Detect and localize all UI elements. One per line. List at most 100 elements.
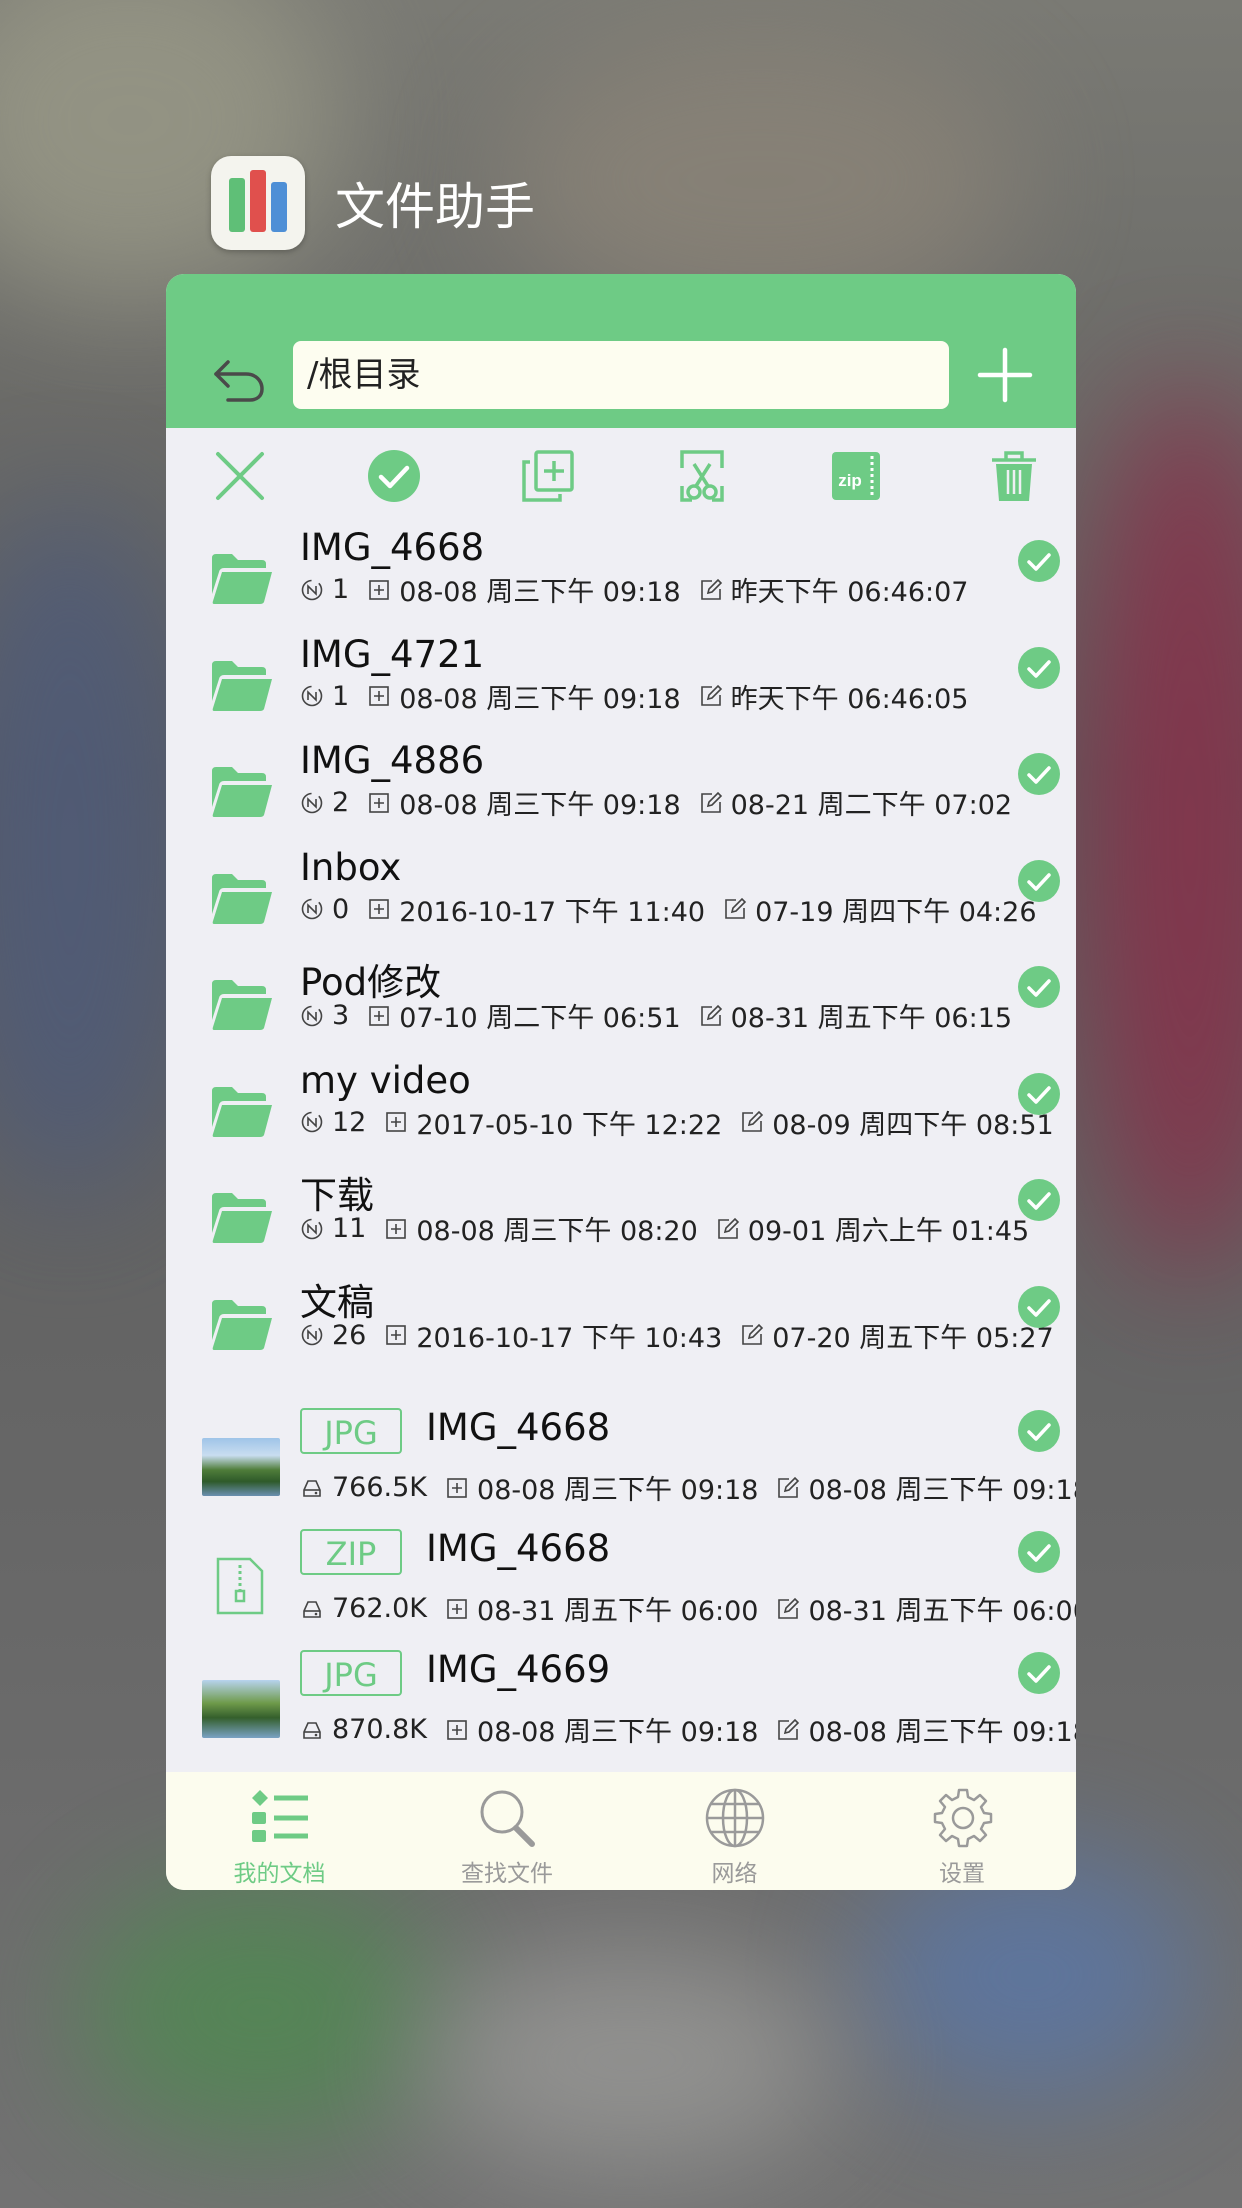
item-count-icon bbox=[301, 1111, 323, 1133]
zip-icon[interactable]: zip bbox=[826, 446, 886, 506]
modified-date: 08-21 周二下午 07:02 bbox=[730, 790, 1013, 821]
created-date: 08-08 周三下午 09:18 bbox=[477, 1717, 759, 1748]
modified-date: 08-08 周三下午 09:18 bbox=[808, 1475, 1076, 1506]
modified-date: 08-31 周五下午 06:00 bbox=[808, 1596, 1076, 1627]
modified-date-icon bbox=[778, 1597, 800, 1619]
list-icon bbox=[252, 1790, 308, 1842]
item-count-icon bbox=[301, 1324, 323, 1346]
folder-meta: 11 08-08 周三下午 08:20 09-01 周六上午 01:45 bbox=[300, 1209, 1029, 1248]
folder-name: IMG_4721 bbox=[300, 632, 485, 676]
selected-check-icon[interactable] bbox=[1018, 859, 1060, 902]
folder-row[interactable]: 文稿 26 2016-10-17 下午 10:43 07-20 周五下午 05:27 bbox=[166, 1280, 1076, 1380]
folder-row[interactable]: Pod修改 3 07-10 周二下午 06:51 08-31 周五下午 06:15 bbox=[166, 960, 1076, 1060]
selected-check-icon[interactable] bbox=[1018, 1652, 1060, 1694]
close-icon[interactable] bbox=[210, 446, 270, 506]
item-count-icon bbox=[301, 792, 323, 813]
created-date: 08-08 周三下午 08:20 bbox=[416, 1216, 698, 1247]
created-date: 08-08 周三下午 09:18 bbox=[399, 683, 681, 715]
created-date-icon bbox=[369, 899, 389, 919]
cut-icon[interactable] bbox=[672, 446, 732, 506]
add-icon[interactable] bbox=[974, 344, 1036, 406]
created-date-icon bbox=[386, 1218, 407, 1239]
folder-meta: 3 07-10 周二下午 06:51 08-31 周五下午 06:15 bbox=[300, 996, 1012, 1035]
tab-list[interactable]: 我的文档 bbox=[166, 1772, 393, 1890]
created-date-icon bbox=[369, 686, 389, 706]
selected-check-icon[interactable] bbox=[1018, 753, 1060, 795]
selected-check-icon[interactable] bbox=[1018, 540, 1060, 582]
item-count: 2 bbox=[332, 787, 350, 818]
trash-icon[interactable] bbox=[984, 446, 1044, 506]
folder-icon bbox=[212, 554, 272, 604]
folder-meta: 1 08-08 周三下午 09:18 昨天下午 06:46:05 bbox=[300, 677, 968, 716]
back-icon[interactable] bbox=[206, 344, 270, 408]
modified-date: 昨天下午 06:46:07 bbox=[730, 577, 969, 608]
item-count-icon bbox=[301, 1218, 323, 1239]
file-row[interactable]: ZIP IMG_4668 762.0K 08-31 周五下午 06:00 08-31 周… bbox=[166, 1525, 1076, 1641]
modified-date-icon bbox=[742, 1110, 764, 1132]
created-date-icon bbox=[386, 1325, 407, 1345]
file-row[interactable]: JPG IMG_4668 766.5K 08-08 周三下午 09:18 08-08 周… bbox=[166, 1404, 1076, 1520]
selected-check-icon[interactable] bbox=[1018, 1285, 1060, 1328]
app-name: 文件助手 bbox=[335, 177, 535, 236]
created-date-icon bbox=[369, 1005, 389, 1026]
search-icon bbox=[480, 1790, 535, 1847]
modified-date: 08-08 周三下午 09:18 bbox=[808, 1717, 1076, 1748]
selected-check-icon[interactable] bbox=[1018, 646, 1060, 689]
item-count: 1 bbox=[332, 680, 350, 712]
selected-check-icon[interactable] bbox=[1018, 1410, 1060, 1452]
folder-row[interactable]: IMG_4886 2 08-08 周三下午 09:18 08-21 周二下午 07:0… bbox=[166, 739, 1076, 847]
modified-date-icon bbox=[778, 1476, 800, 1498]
created-date: 08-08 周三下午 09:18 bbox=[399, 577, 681, 608]
folder-name: my video bbox=[300, 1058, 471, 1102]
modified-date: 08-31 周五下午 06:15 bbox=[730, 1003, 1013, 1034]
folder-row[interactable]: IMG_4668 1 08-08 周三下午 09:18 昨天下午 06:46:07 bbox=[166, 526, 1076, 634]
item-count-icon bbox=[301, 579, 323, 600]
folder-row[interactable]: 下载 11 08-08 周三下午 08:20 09-01 周六上午 01:45 bbox=[166, 1173, 1076, 1273]
modified-date: 07-19 周四下午 04:26 bbox=[755, 896, 1037, 928]
selected-check-icon[interactable] bbox=[1018, 1179, 1060, 1221]
item-count: 1 bbox=[332, 574, 350, 605]
select-all-icon[interactable] bbox=[364, 446, 424, 506]
created-date: 08-08 周三下午 09:18 bbox=[399, 790, 681, 821]
image-thumbnail bbox=[202, 1438, 280, 1496]
folder-meta: 1 08-08 周三下午 09:18 昨天下午 06:46:07 bbox=[300, 570, 968, 609]
selected-check-icon[interactable] bbox=[1018, 1531, 1060, 1573]
tab-bar: 我的文档 查找文件 网络 设置 bbox=[166, 1772, 1076, 1890]
tab-gear[interactable]: 设置 bbox=[849, 1772, 1076, 1890]
tab-label: 我的文档 bbox=[233, 1861, 326, 1887]
folder-icon bbox=[212, 660, 272, 711]
app-icon[interactable] bbox=[211, 155, 305, 250]
file-type-badge: JPG bbox=[300, 1650, 402, 1696]
zip-file-icon bbox=[216, 1557, 264, 1615]
copy-icon[interactable] bbox=[518, 446, 578, 506]
folder-row[interactable]: IMG_4721 1 08-08 周三下午 09:18 昨天下午 06:46:05 bbox=[166, 633, 1076, 741]
folder-name: IMG_4886 bbox=[300, 739, 485, 782]
folder-icon bbox=[212, 1193, 272, 1243]
file-name: IMG_4668 bbox=[426, 1406, 611, 1449]
tab-globe[interactable]: 网络 bbox=[621, 1772, 848, 1890]
created-date: 2017-05-10 下午 12:22 bbox=[416, 1109, 723, 1141]
svg-text:zip: zip bbox=[838, 471, 862, 490]
folder-row[interactable]: my video 12 2017-05-10 下午 12:22 08-09 周四下午 … bbox=[166, 1059, 1076, 1167]
modified-date: 09-01 周六上午 01:45 bbox=[747, 1216, 1030, 1247]
item-count: 12 bbox=[332, 1106, 367, 1138]
path-field[interactable]: /根目录 bbox=[293, 341, 949, 409]
created-date-icon bbox=[386, 1112, 407, 1132]
created-date: 2016-10-17 下午 11:40 bbox=[399, 896, 706, 928]
gear-icon bbox=[933, 1788, 992, 1848]
modified-date: 07-20 周五下午 05:27 bbox=[772, 1322, 1054, 1354]
modified-date-icon bbox=[700, 578, 722, 600]
top-bar: /根目录 bbox=[166, 274, 1076, 428]
modified-date-icon bbox=[700, 791, 722, 813]
folder-name: Inbox bbox=[300, 845, 402, 889]
tab-search[interactable]: 查找文件 bbox=[394, 1772, 621, 1890]
app-card[interactable]: /根目录 zip IMG_4668 1 08-08 周三下午 09:18 昨天下… bbox=[166, 274, 1076, 1890]
file-row[interactable]: JPG IMG_4669 870.8K 08-08 周三下午 09:18 08-08 周… bbox=[166, 1646, 1076, 1762]
created-date: 08-08 周三下午 09:18 bbox=[477, 1475, 759, 1506]
folder-row[interactable]: Inbox 0 2016-10-17 下午 11:40 07-19 周四下午 04:2… bbox=[166, 846, 1076, 954]
selected-check-icon[interactable] bbox=[1018, 966, 1060, 1008]
selected-check-icon[interactable] bbox=[1018, 1072, 1060, 1115]
file-size: 766.5K bbox=[332, 1472, 428, 1503]
file-size: 870.8K bbox=[332, 1714, 428, 1745]
file-type-badge: ZIP bbox=[300, 1529, 402, 1575]
